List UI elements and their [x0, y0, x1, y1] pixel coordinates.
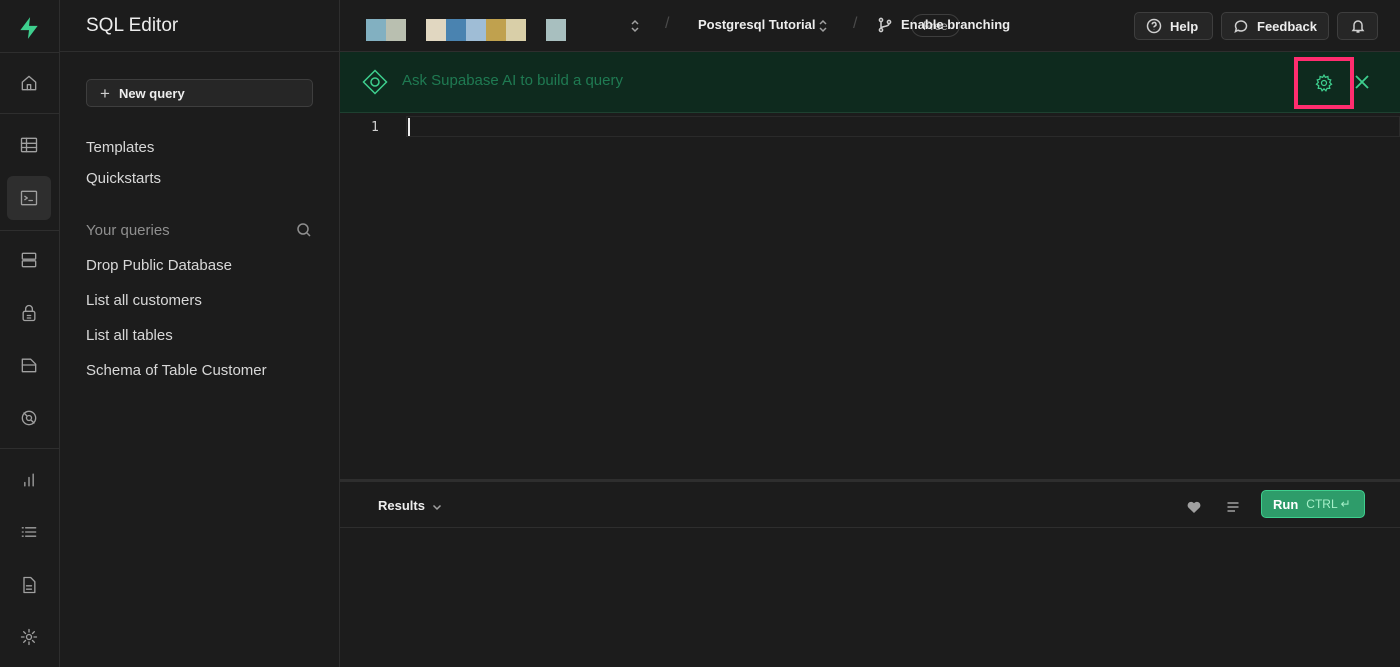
results-tab[interactable]: Results: [378, 498, 425, 513]
format-text-icon[interactable]: [1225, 499, 1241, 515]
top-bar: Free / Postgresql Tutorial / Enable bran…: [340, 0, 1400, 52]
sidebar-header: SQL Editor: [60, 0, 339, 52]
breadcrumb-separator: /: [665, 15, 670, 32]
project-switcher-chevron-icon[interactable]: [817, 18, 829, 34]
feedback-label: Feedback: [1257, 18, 1317, 34]
help-icon: [1146, 18, 1162, 34]
storage-icon[interactable]: [7, 343, 51, 387]
search-icon[interactable]: [296, 222, 312, 238]
chevron-down-icon[interactable]: [431, 500, 443, 512]
chat-bubble-icon: [1234, 20, 1248, 33]
sql-editor[interactable]: 1: [340, 113, 1400, 479]
logs-icon[interactable]: [7, 510, 51, 554]
results-toolbar: Results Run CTRL ↵: [340, 482, 1400, 528]
run-button[interactable]: Run CTRL ↵: [1261, 490, 1365, 518]
text-cursor: [408, 118, 410, 136]
org-switcher-chevron-icon[interactable]: [629, 18, 641, 34]
avatar-swatch: [426, 19, 446, 41]
query-item[interactable]: List all customers: [86, 292, 202, 309]
templates-link[interactable]: Templates: [86, 139, 154, 156]
auth-lock-icon[interactable]: [7, 291, 51, 335]
new-query-label: New query: [118, 85, 185, 101]
table-editor-icon[interactable]: [7, 123, 51, 167]
quickstarts-link[interactable]: Quickstarts: [86, 170, 161, 187]
notifications-button[interactable]: [1337, 12, 1378, 40]
settings-gear-icon[interactable]: [7, 615, 51, 659]
git-branch-icon: [877, 17, 893, 33]
bell-icon: [1351, 20, 1364, 33]
avatar-swatch: [366, 19, 386, 41]
avatar-swatch: [506, 19, 526, 41]
edge-functions-icon[interactable]: [7, 396, 51, 440]
query-item[interactable]: List all tables: [86, 327, 173, 344]
help-button[interactable]: Help: [1134, 12, 1213, 40]
your-queries-heading: Your queries: [86, 222, 170, 239]
icon-rail: [0, 0, 60, 667]
database-icon[interactable]: [7, 238, 51, 282]
query-item[interactable]: Schema of Table Customer: [86, 362, 267, 379]
ai-settings-gear-icon: [1315, 73, 1333, 92]
breadcrumb-separator: /: [853, 15, 858, 32]
avatar-swatch: [466, 19, 486, 41]
ai-diamond-icon: [362, 69, 388, 95]
feedback-button[interactable]: Feedback: [1221, 12, 1329, 40]
sql-editor-icon[interactable]: [7, 176, 51, 220]
supabase-logo-icon[interactable]: [7, 6, 51, 50]
avatar-swatch: [386, 19, 406, 41]
docs-icon[interactable]: [7, 563, 51, 607]
avatar-swatch: [486, 19, 506, 41]
new-query-button[interactable]: + New query: [86, 79, 313, 107]
ai-settings-highlight[interactable]: [1294, 57, 1354, 109]
sidebar-title: SQL Editor: [86, 14, 179, 36]
ai-prompt-input[interactable]: Ask Supabase AI to build a query: [402, 72, 623, 89]
results-panel: Results Run CTRL ↵: [340, 479, 1400, 667]
reports-icon[interactable]: [7, 458, 51, 502]
query-item[interactable]: Drop Public Database: [86, 257, 232, 274]
run-shortcut: CTRL ↵: [1306, 497, 1351, 511]
enable-branching-button[interactable]: Enable branching: [901, 17, 1010, 32]
ai-assistant-bar: Ask Supabase AI to build a query: [340, 52, 1400, 113]
help-label: Help: [1170, 18, 1199, 34]
current-line-highlight: [406, 116, 1400, 137]
home-icon[interactable]: [7, 61, 51, 105]
close-icon[interactable]: [1353, 73, 1371, 91]
avatar-swatch: [446, 19, 466, 41]
run-label: Run: [1273, 496, 1299, 512]
plus-icon: +: [100, 83, 110, 103]
project-name[interactable]: Postgresql Tutorial: [698, 17, 816, 32]
sql-sidebar: SQL Editor + New query Templates Quickst…: [60, 0, 340, 667]
line-number: 1: [371, 120, 379, 135]
favorite-heart-icon[interactable]: [1186, 499, 1202, 515]
avatar-swatch: [546, 19, 566, 41]
